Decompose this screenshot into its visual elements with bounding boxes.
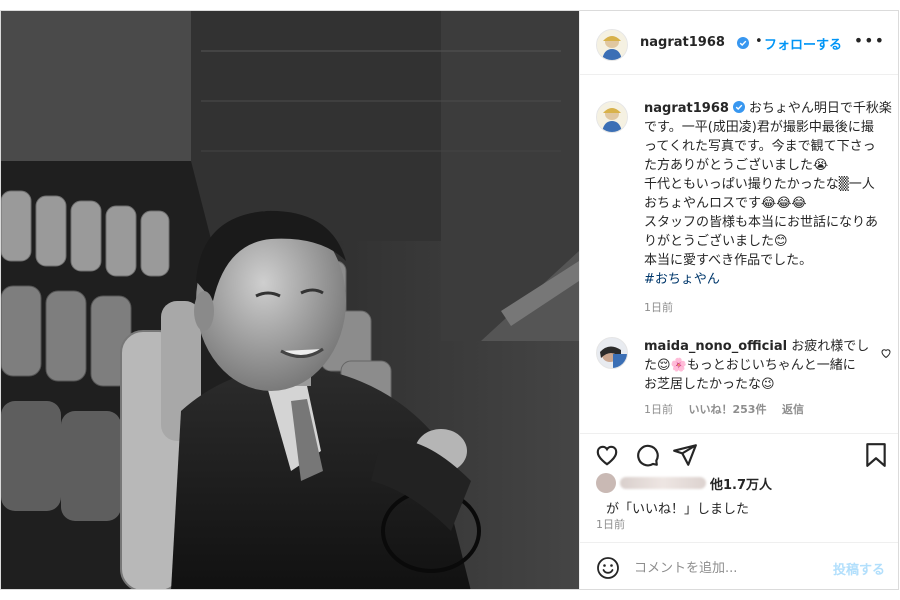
caption-line: スタッフの皆様も本当にお世話になりあ xyxy=(644,215,879,230)
avatar-illustration xyxy=(597,102,627,132)
caption-line: りがとうございました😊 xyxy=(644,234,788,249)
post-side-panel: nagrat1968 • フォローする ••• nagrat1968 おちょやん… xyxy=(579,11,898,589)
caption-avatar[interactable] xyxy=(596,101,628,133)
more-options-icon[interactable]: ••• xyxy=(854,31,885,50)
separator-dot: • xyxy=(755,34,763,49)
comment-line: た😌🌸もっとおじいちゃんと一緒に xyxy=(644,358,856,373)
blurred-liker-name xyxy=(620,477,706,489)
caption-username[interactable]: nagrat1968 xyxy=(644,101,729,116)
caption-text: nagrat1968 おちょやん明日で千秋楽 です。一平(成田凌)君が撮影中最後に… xyxy=(644,99,896,289)
verified-badge-icon xyxy=(732,101,745,113)
add-comment-bar: 投稿する xyxy=(580,542,898,589)
avatar-illustration xyxy=(597,30,627,60)
photo-illustration xyxy=(1,11,579,589)
commenter-avatar[interactable] xyxy=(596,337,628,369)
emoji-smiley-icon[interactable] xyxy=(596,556,620,580)
caption-line: おちょやんロスです😂😂😂 xyxy=(644,196,807,211)
hashtag-link[interactable]: #おちょやん xyxy=(644,270,896,289)
like-heart-icon[interactable] xyxy=(594,442,620,468)
caption-line: です。一平(成田凌)君が撮影中最後に撮 xyxy=(644,120,874,135)
liked-text: が「いいね！」しました xyxy=(606,502,750,517)
save-bookmark-icon[interactable] xyxy=(863,442,889,468)
liker-avatar[interactable] xyxy=(596,473,616,493)
post-username[interactable]: nagrat1968 xyxy=(640,35,725,50)
comment-line: お芝居したかったな😉 xyxy=(644,377,775,392)
action-bar xyxy=(580,433,898,473)
caption-line: ってくれた写真です。今まで観て下さっ xyxy=(644,139,876,154)
profile-avatar[interactable] xyxy=(596,29,628,61)
post-photo[interactable] xyxy=(1,11,579,589)
likes-count[interactable]: 他1.7万人 xyxy=(710,474,772,493)
reply-button[interactable]: 返信 xyxy=(782,403,804,416)
post-comment-button[interactable]: 投稿する xyxy=(833,559,885,578)
post-time: 1日前 xyxy=(596,518,625,531)
comment-username[interactable]: maida_nono_official xyxy=(644,339,787,354)
caption-line: 本当に愛すべき作品でした。 xyxy=(644,253,813,268)
post-header: nagrat1968 • フォローする ••• xyxy=(580,11,898,75)
caption-time: 1日前 xyxy=(644,301,673,314)
follow-button[interactable]: フォローする xyxy=(764,34,842,53)
comment-meta: 1日前 いいね！253件 返信 xyxy=(644,401,816,417)
comment-bubble-icon[interactable] xyxy=(634,442,660,468)
comment-input[interactable] xyxy=(632,555,826,581)
comment-time: 1日前 xyxy=(644,403,673,416)
caption-line: おちょやん明日で千秋楽 xyxy=(748,101,892,116)
comment-like-heart-icon[interactable] xyxy=(880,347,892,359)
comment-likes[interactable]: いいね！253件 xyxy=(689,403,767,416)
instagram-post: nagrat1968 • フォローする ••• nagrat1968 おちょやん… xyxy=(0,10,899,590)
comment-text: maida_nono_official お疲れ様でし た😌🌸もっとおじいちゃんと… xyxy=(644,337,872,394)
caption-line: た方ありがとうございました😭 xyxy=(644,158,829,173)
caption-line: 千代ともいっぱい撮りたかったな▒一人 xyxy=(644,177,875,192)
comment-line: お疲れ様でし xyxy=(791,339,870,354)
verified-badge-icon xyxy=(737,37,749,49)
avatar-illustration xyxy=(597,338,627,368)
share-paper-plane-icon[interactable] xyxy=(672,442,698,468)
